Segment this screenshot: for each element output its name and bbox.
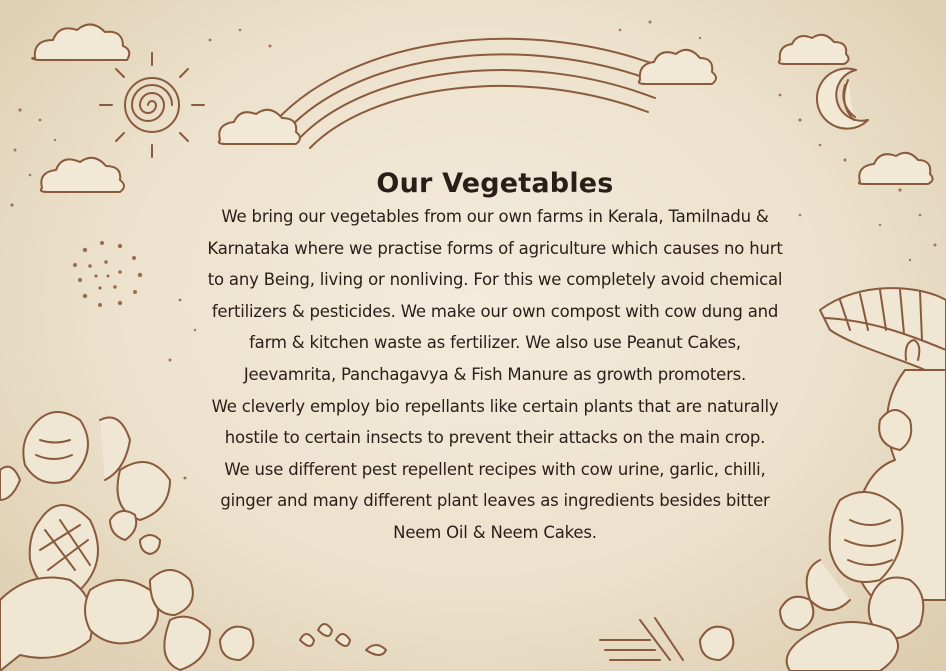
cloud-icon	[31, 23, 934, 193]
rainbow-icon	[267, 37, 671, 149]
body-line: Karnataka where we practise forms of agr…	[207, 238, 783, 258]
banana-leaf-icon	[819, 287, 946, 381]
body-line: farm & kitchen waste as fertilizer. We a…	[249, 333, 741, 353]
body-line: to any Being, living or nonliving. For t…	[207, 270, 783, 290]
body-line: Neem Oil & Neem Cakes.	[393, 522, 597, 542]
body-line: ginger and many different plant leaves a…	[220, 491, 770, 511]
page-title: Our Vegetables	[376, 168, 614, 199]
body-line: hostile to certain insects to prevent th…	[224, 428, 766, 448]
body-text: We bring our vegetables from our own far…	[180, 201, 810, 549]
body-line: We cleverly employ bio repellants like c…	[211, 396, 779, 416]
sun-icon	[99, 52, 205, 158]
moon-icon	[816, 67, 869, 130]
page: Our Vegetables We bring our vegetables f…	[0, 0, 946, 671]
dot-swirl-icon	[73, 241, 143, 307]
content-block: Our Vegetables We bring our vegetables f…	[180, 168, 810, 549]
body-line: We use different pest repellent recipes …	[224, 459, 766, 479]
body-line: Jeevamrita, Panchagavya & Fish Manure as…	[243, 364, 747, 384]
vegetables-illustration-bottom	[299, 617, 735, 661]
body-line: fertilizers & pesticides. We make our ow…	[211, 301, 779, 321]
body-line: We bring our vegetables from our own far…	[221, 207, 769, 226]
